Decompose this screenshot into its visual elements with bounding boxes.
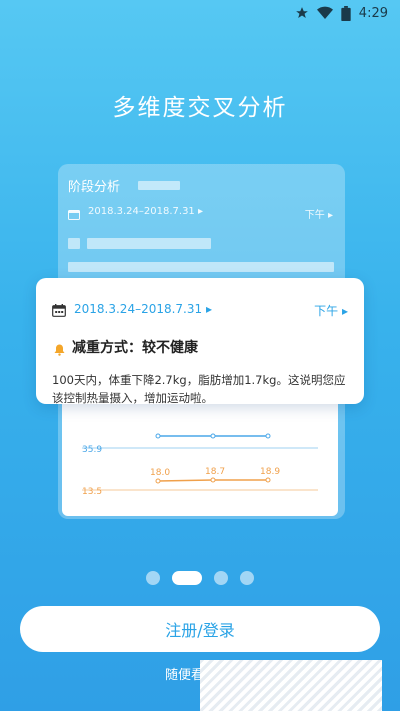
status-time: 4:29: [358, 5, 388, 21]
calendar-icon: [68, 205, 80, 224]
pager-dot[interactable]: [214, 571, 228, 585]
date-range-selector[interactable]: 2018.3.24–2018.7.31 ▸: [74, 302, 212, 316]
bell-icon: [54, 341, 65, 360]
pager-dot-active[interactable]: [172, 571, 202, 585]
chart-panel: 35.9 13.5 18.0 18.7 18.9: [62, 400, 338, 516]
card-description: 100天内，体重下降2.7kg，脂肪增加1.7kg。这说明您应该控制热量摄入，增…: [52, 373, 346, 405]
wifi-icon: [316, 6, 333, 20]
lower-point: [210, 477, 216, 483]
bg-card-title: 阶段分析: [68, 180, 121, 195]
bg-card-period[interactable]: 下午 ▸: [305, 206, 333, 221]
upper-point: [210, 433, 216, 439]
point-label: 18.7: [205, 467, 225, 477]
status-bar: 4:29: [0, 0, 400, 26]
point-label: 18.9: [260, 467, 280, 477]
watermark-overlay: [200, 660, 382, 711]
analysis-card: 2018.3.24–2018.7.31 ▸ 下午 ▸ 减重方式：较不健康 100…: [36, 278, 364, 405]
hero-title: 多维度交叉分析: [112, 95, 288, 121]
y-label-lower: 13.5: [82, 487, 102, 497]
star-icon: [295, 6, 309, 20]
battery-icon: [341, 5, 351, 21]
placeholder-bar: [87, 238, 211, 249]
browse-link[interactable]: 随便看: [165, 664, 204, 683]
period-selector[interactable]: 下午 ▸: [314, 302, 348, 319]
upper-point: [265, 433, 271, 439]
pager-dot[interactable]: [240, 571, 254, 585]
chart-svg: 35.9 13.5 18.0 18.7 18.9: [82, 433, 318, 497]
lower-point: [265, 477, 271, 483]
card-heading: 减重方式：较不健康: [72, 340, 198, 356]
placeholder-bar: [138, 181, 180, 190]
placeholder-square: [68, 238, 80, 249]
calendar-icon: [52, 302, 66, 321]
placeholder-bar: [68, 262, 334, 272]
y-label-upper: 35.9: [82, 445, 102, 455]
register-login-button[interactable]: 注册/登录: [20, 606, 380, 652]
pager-dots: [0, 571, 400, 585]
bg-card-date-range[interactable]: 2018.3.24–2018.7.31 ▸: [88, 206, 203, 217]
pager-dot[interactable]: [146, 571, 160, 585]
point-label: 18.0: [150, 468, 170, 478]
upper-point: [155, 433, 161, 439]
lower-point: [155, 478, 161, 484]
